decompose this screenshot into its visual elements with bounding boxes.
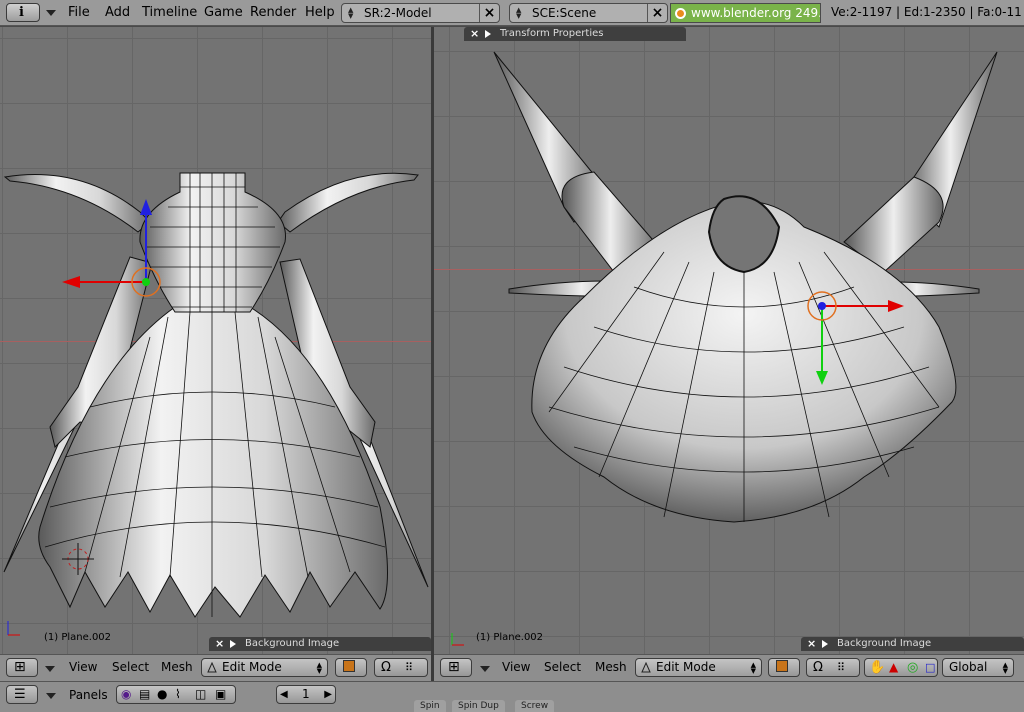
mode-label: Edit Mode <box>222 660 282 674</box>
delete-scene-icon[interactable]: × <box>647 4 667 22</box>
translate-manipulator-icon[interactable]: ▲ <box>889 659 898 676</box>
scale-manipulator-icon[interactable]: □ <box>925 659 935 676</box>
cube-draw-icon <box>343 660 355 672</box>
menu-render[interactable]: Render <box>250 5 296 20</box>
scene-stats: Ve:2-1197 | Ed:1-2350 | Fa:0-11 <box>831 5 1022 19</box>
menu-view[interactable]: View <box>502 660 530 674</box>
menu-view[interactable]: View <box>69 660 97 674</box>
right-viewport-header: ⊞ View Select Mesh Edit Mode ▲ ▼ Ω ⠿ ✋ ▲ … <box>434 654 1024 681</box>
background-image-panel-title: Background Image <box>837 638 932 649</box>
editor-type-button[interactable]: ☰ <box>6 685 38 704</box>
blender-logo-icon <box>675 8 686 19</box>
screen-name[interactable]: SR:2-Model <box>364 4 432 22</box>
dots-grid-icon: ⠿ <box>405 661 414 674</box>
script-icon[interactable]: ▤ <box>139 686 150 703</box>
mode-selector[interactable]: Edit Mode ▲ ▼ <box>201 658 328 677</box>
screen-selector[interactable]: ▲ ▼ SR:2-Model × <box>341 3 500 23</box>
cube-draw-icon <box>776 660 788 672</box>
mode-label: Edit Mode <box>656 660 716 674</box>
background-image-panel-tab[interactable]: × Background Image <box>209 637 431 651</box>
3d-viewport-top[interactable]: × Transform Properties (1) Plane.002 × B… <box>434 27 1024 654</box>
menu-mesh[interactable]: Mesh <box>595 660 627 674</box>
expand-panel-icon[interactable] <box>230 640 236 648</box>
buttons-window-icon: ☰ <box>14 687 26 702</box>
increment-icon[interactable]: ▶ <box>324 686 332 703</box>
close-panel-icon[interactable]: × <box>215 637 224 651</box>
draw-type-button[interactable] <box>335 658 367 677</box>
background-image-panel-tab[interactable]: × Background Image <box>801 637 1024 651</box>
view-axes-icon <box>4 617 24 641</box>
collapse-menu-icon[interactable] <box>46 693 56 699</box>
menu-select[interactable]: Select <box>544 660 581 674</box>
grid-view-icon: ⊞ <box>448 659 460 675</box>
manipulator-buttons[interactable]: ✋ ▲ ◎ □ <box>864 658 938 677</box>
collapse-menu-icon[interactable] <box>480 666 490 672</box>
menu-help[interactable]: Help <box>305 5 335 20</box>
scene-selector[interactable]: ▲ ▼ SCE:Scene × <box>509 3 668 23</box>
menu-file[interactable]: File <box>68 5 90 20</box>
blender-version-link[interactable]: www.blender.org 249.2 <box>670 3 821 23</box>
menu-add[interactable]: Add <box>105 5 130 20</box>
mesh-dress-top <box>493 51 998 523</box>
left-viewport-header: ⊞ View Select Mesh Edit Mode ▲ ▼ Ω ⠿ <box>0 654 431 681</box>
expand-panel-icon[interactable] <box>822 640 828 648</box>
magnet-icon: Ω <box>381 660 391 675</box>
decrement-icon[interactable]: ◀ <box>280 686 288 703</box>
close-panel-icon[interactable]: × <box>807 637 816 651</box>
3d-viewport-front[interactable]: (1) Plane.002 × Background Image <box>0 27 431 654</box>
edit-mode-icon <box>207 662 217 673</box>
panels-menu[interactable]: Panels <box>69 688 108 702</box>
hand-manipulator-icon[interactable]: ✋ <box>869 659 885 676</box>
draw-type-button[interactable] <box>768 658 800 677</box>
collapse-menu-icon[interactable] <box>45 666 55 672</box>
active-object-label: (1) Plane.002 <box>44 632 112 643</box>
scene-icon[interactable]: ▣ <box>215 686 226 703</box>
rotate-manipulator-icon[interactable]: ◎ <box>907 659 918 676</box>
collapse-menu-icon[interactable] <box>46 10 56 16</box>
grid-view-icon: ⊞ <box>14 659 26 675</box>
context-buttons[interactable]: ◉ ▤ ● ⌇ ◫ ▣ <box>116 685 236 704</box>
frame-value[interactable]: 1 <box>302 686 310 703</box>
mesh-dress-front <box>3 172 429 618</box>
shading-icon[interactable]: ● <box>157 686 167 703</box>
delete-screen-icon[interactable]: × <box>479 4 499 22</box>
buttons-window-header: ☰ Panels ◉ ▤ ● ⌇ ◫ ▣ ◀ 1 ▶ <box>0 681 1024 712</box>
version-url: www.blender.org 249.2 <box>691 6 821 20</box>
logic-icon[interactable]: ◉ <box>121 686 131 703</box>
menu-mesh[interactable]: Mesh <box>161 660 193 674</box>
info-header: i File Add Timeline Game Render Help ▲ ▼ … <box>0 0 1024 26</box>
up-down-arrows-icon: ▲ ▼ <box>516 6 522 20</box>
spin-tab[interactable]: Spin <box>414 700 446 712</box>
view-axes-icon <box>448 627 468 651</box>
background-image-panel-title: Background Image <box>245 638 340 649</box>
orientation-label: Global <box>949 660 988 674</box>
editing-icon[interactable]: ◫ <box>195 686 206 703</box>
mode-selector[interactable]: Edit Mode ▲ ▼ <box>635 658 762 677</box>
window-type-button[interactable]: i <box>6 3 40 22</box>
up-down-arrows-icon: ▲ ▼ <box>1002 661 1008 675</box>
spin-dup-tab[interactable]: Spin Dup <box>452 700 505 712</box>
active-object-label: (1) Plane.002 <box>476 632 544 643</box>
up-down-arrows-icon: ▲ ▼ <box>316 661 322 675</box>
pivot-options-button[interactable]: Ω ⠿ <box>374 658 428 677</box>
menu-game[interactable]: Game <box>204 5 243 20</box>
up-down-arrows-icon: ▲ ▼ <box>348 6 354 20</box>
transform-orientation-selector[interactable]: Global ▲ ▼ <box>942 658 1014 677</box>
pivot-options-button[interactable]: Ω ⠿ <box>806 658 860 677</box>
editor-type-button[interactable]: ⊞ <box>6 658 38 677</box>
scene-name[interactable]: SCE:Scene <box>532 4 596 22</box>
screw-tab[interactable]: Screw <box>515 700 555 712</box>
up-down-arrows-icon: ▲ ▼ <box>750 661 756 675</box>
menu-timeline[interactable]: Timeline <box>142 5 197 20</box>
menu-select[interactable]: Select <box>112 660 149 674</box>
dots-grid-icon: ⠿ <box>837 661 846 674</box>
magnet-icon: Ω <box>813 660 823 675</box>
editor-type-button[interactable]: ⊞ <box>440 658 472 677</box>
object-icon[interactable]: ⌇ <box>175 686 181 703</box>
edit-mode-icon <box>641 662 651 673</box>
window-type-label: i <box>19 5 24 20</box>
frame-number-field[interactable]: ◀ 1 ▶ <box>276 685 336 704</box>
